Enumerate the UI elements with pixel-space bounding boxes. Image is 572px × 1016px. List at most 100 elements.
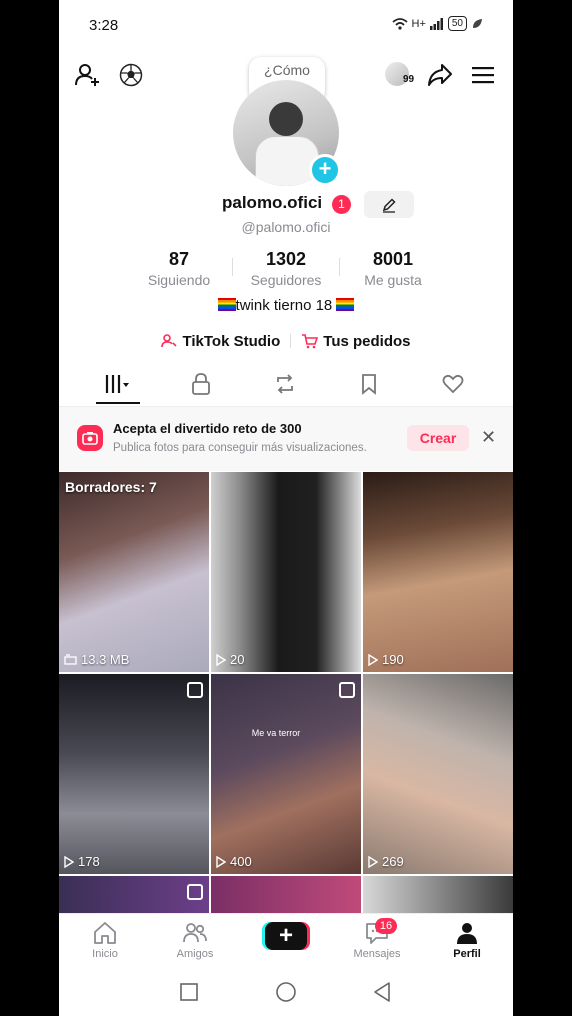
camera-icon <box>77 425 103 451</box>
tab-videos[interactable] <box>83 362 153 406</box>
share-button[interactable] <box>425 60 455 90</box>
promo-create-button[interactable]: Crear <box>407 425 469 451</box>
nav-label: Amigos <box>176 948 214 960</box>
nav-profile[interactable]: Perfil <box>427 920 507 960</box>
shopping-cart-icon <box>302 334 319 349</box>
menu-button[interactable] <box>469 61 497 89</box>
status-icons: H+ 50 <box>391 16 484 31</box>
stat-followers[interactable]: 1302 Seguidores <box>236 249 336 288</box>
grid-item-video[interactable]: 178 <box>59 674 209 874</box>
item-view-count: 400 <box>230 854 252 869</box>
bubble-line-1: ¿Cómo <box>264 62 310 78</box>
pinned-icon <box>187 682 203 698</box>
item-overlay-text: 13.3 MB <box>81 652 130 667</box>
pinned-icon <box>187 884 203 900</box>
grid-item-video[interactable]: 269 <box>363 674 513 874</box>
item-overlay: 269 <box>368 854 404 869</box>
profile-bio: twink tierno 18 <box>59 297 513 314</box>
pencil-icon <box>382 197 396 213</box>
bookmark-icon <box>362 374 376 395</box>
studio-icon <box>161 334 178 348</box>
folder-icon <box>64 654 77 665</box>
battery-indicator: 50 <box>447 16 467 31</box>
username: palomo.ofici <box>222 193 323 212</box>
play-icon <box>216 653 226 666</box>
home-icon <box>94 922 116 944</box>
stat-likes[interactable]: 8001 Me gusta <box>343 249 443 288</box>
stat-value: 1302 <box>265 249 307 269</box>
add-story-button[interactable]: + <box>309 154 341 186</box>
item-overlay: 400 <box>216 854 252 869</box>
stat-divider <box>232 258 233 276</box>
tab-reposts[interactable] <box>250 362 320 406</box>
tab-liked[interactable] <box>418 362 488 406</box>
tiktok-studio-label: TikTok Studio <box>182 332 281 350</box>
edit-profile-button[interactable] <box>364 191 414 218</box>
grid-item-video[interactable]: Me va terror 400 <box>211 674 361 874</box>
leaf-icon <box>473 18 482 28</box>
avatar-photo-body <box>255 136 319 186</box>
profile-tabs <box>59 362 513 407</box>
soccer-ball-icon <box>119 63 143 87</box>
item-view-count: 269 <box>382 854 404 869</box>
stat-value: 87 <box>168 249 190 269</box>
lock-icon <box>192 373 210 395</box>
user-handle: @palomo.ofici <box>241 219 331 235</box>
recent-apps-icon[interactable] <box>179 982 199 1002</box>
bottom-navigation: Inicio Amigos + Mensajes 16 Perfil <box>59 913 513 967</box>
videos-grid-icon <box>105 375 129 393</box>
tiktok-studio-link[interactable]: TikTok Studio <box>161 333 280 350</box>
share-icon <box>428 64 452 86</box>
tab-private[interactable] <box>166 362 236 406</box>
grid-item-video[interactable]: 190 <box>363 472 513 672</box>
home-button-icon[interactable] <box>275 981 297 1003</box>
item-overlay: 178 <box>64 854 100 869</box>
stat-divider <box>339 258 340 276</box>
stat-label: Seguidores <box>250 272 322 288</box>
item-overlay: 20 <box>216 652 244 667</box>
stat-label: Me gusta <box>364 272 422 288</box>
promo-title: Acepta el divertido reto de 300 <box>113 421 302 436</box>
nav-label: Perfil <box>453 948 481 960</box>
item-overlay: 13.3 MB <box>64 652 129 667</box>
tab-saved[interactable] <box>334 362 404 406</box>
create-button[interactable]: + <box>265 922 307 950</box>
active-tab-indicator <box>96 402 140 404</box>
item-view-count: 178 <box>78 854 100 869</box>
video-caption: Me va terror <box>251 728 301 738</box>
wifi-icon <box>391 17 408 30</box>
grid-item-drafts[interactable]: Borradores: 7 13.3 MB <box>59 472 209 672</box>
add-friend-button[interactable] <box>73 60 103 90</box>
promo-banner[interactable]: Acepta el divertido reto de 300 Publica … <box>59 407 513 471</box>
stat-label: Siguiendo <box>147 272 211 288</box>
network-type: H+ <box>411 17 426 30</box>
play-icon <box>216 855 226 868</box>
messages-badge: 16 <box>375 918 397 934</box>
nav-friends[interactable]: Amigos <box>155 920 235 960</box>
grid-item-video[interactable] <box>59 876 209 916</box>
orders-label: Tus pedidos <box>323 332 411 350</box>
promo-subtitle: Publica fotos para conseguir más visuali… <box>113 442 367 454</box>
back-icon[interactable] <box>372 981 392 1003</box>
item-overlay: 190 <box>368 652 404 667</box>
notification-badge[interactable]: 1 <box>332 195 351 214</box>
orders-link[interactable]: Tus pedidos <box>301 332 411 350</box>
nav-label: Mensajes <box>353 948 401 960</box>
grid-item-video[interactable] <box>211 876 361 916</box>
repost-icon <box>277 374 293 394</box>
grid-item-video[interactable] <box>363 876 513 916</box>
profile-icon <box>457 923 477 944</box>
link-divider <box>290 334 292 348</box>
item-view-count: 20 <box>230 652 245 667</box>
item-view-count: 190 <box>382 652 404 667</box>
soccer-ball-button[interactable] <box>117 61 145 89</box>
close-icon[interactable]: ✕ <box>481 427 496 448</box>
bio-text: twink tierno 18 <box>235 297 333 314</box>
play-icon <box>368 855 378 868</box>
phone-screen: 3:28 H+ 50 ¿Cómo estás? <box>59 0 513 1016</box>
stat-following[interactable]: 87 Siguiendo <box>129 249 229 288</box>
friends-avatar-button[interactable]: 99 <box>385 62 419 90</box>
grid-item-video[interactable]: 20 <box>211 472 361 672</box>
nav-home[interactable]: Inicio <box>65 920 145 960</box>
heart-icon <box>442 374 464 394</box>
